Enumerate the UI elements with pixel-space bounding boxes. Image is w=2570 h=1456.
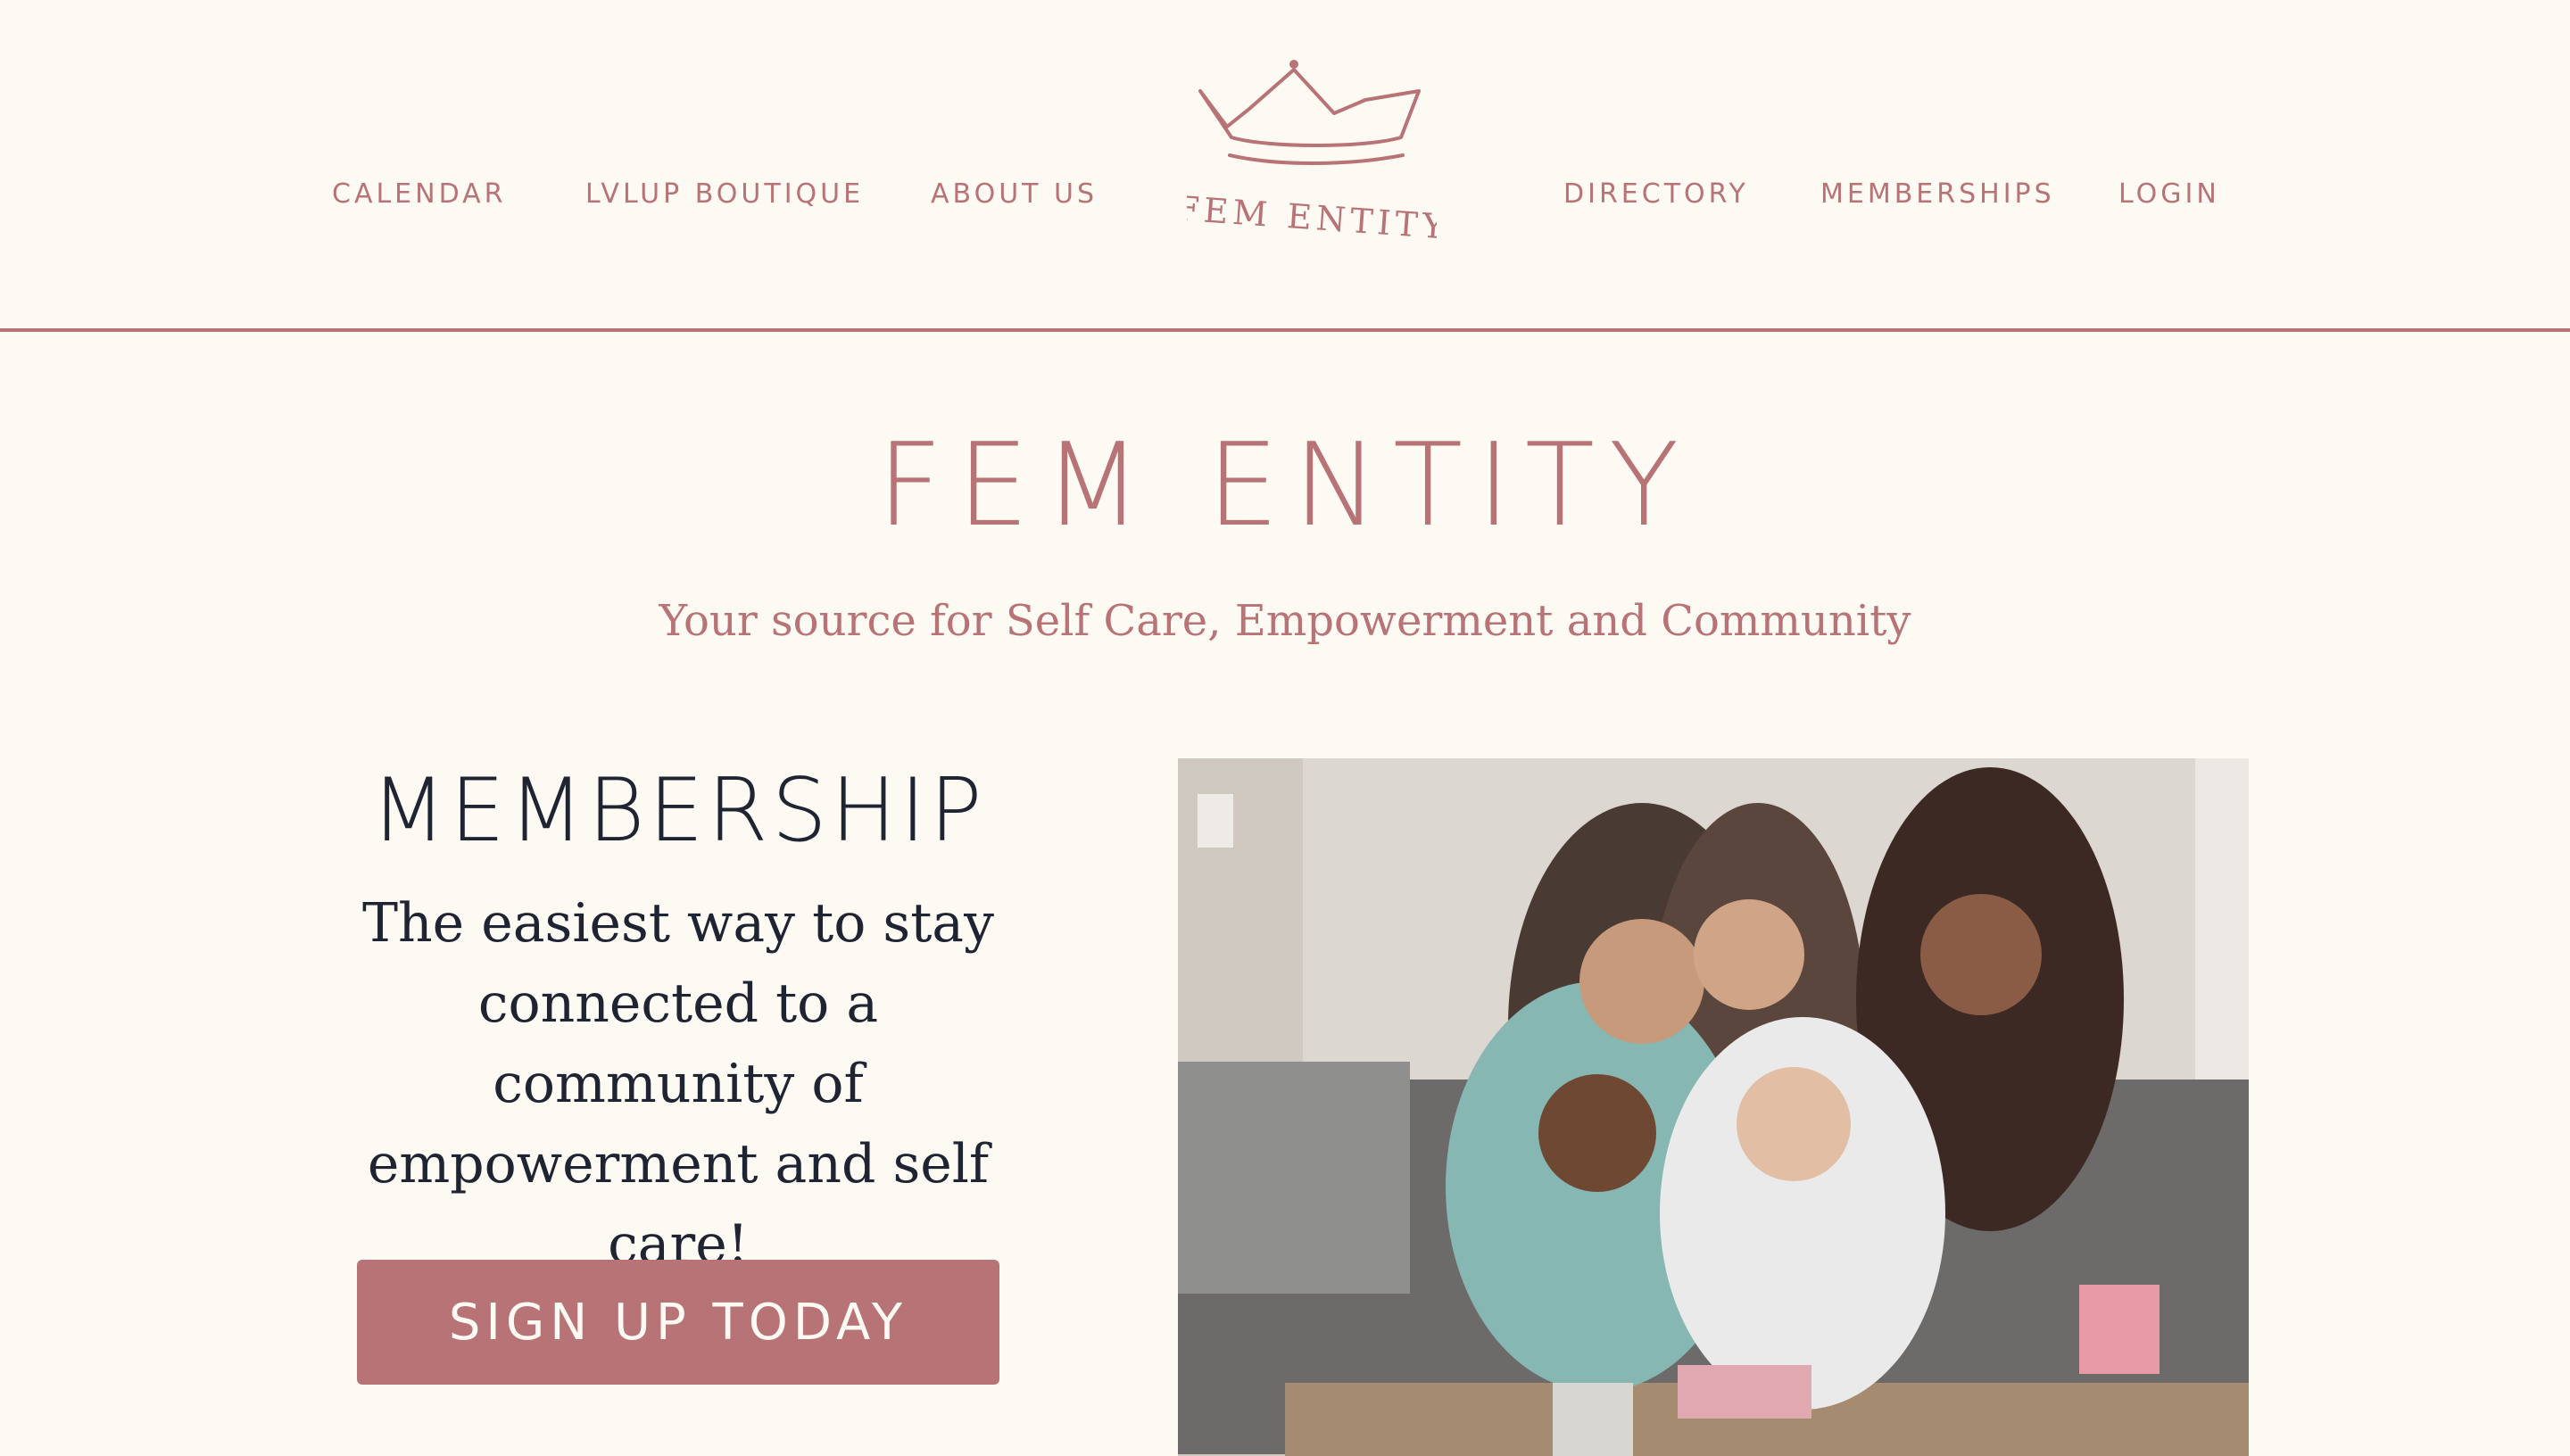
membership-copy: The easiest way to stay connected to a c… bbox=[362, 892, 994, 1276]
community-photo bbox=[1178, 758, 2249, 1456]
svg-text:FEM ENTITY: FEM ENTITY bbox=[1187, 188, 1437, 246]
nav-calendar[interactable]: CALENDAR bbox=[332, 178, 507, 210]
hero-title: FEM ENTITY bbox=[876, 419, 1694, 552]
nav-login[interactable]: LOGIN bbox=[2118, 178, 2220, 210]
site-header: CALENDAR LVLUP BOUTIQUE ABOUT US FEM ENT… bbox=[0, 0, 2570, 332]
sign-up-button[interactable]: SIGN UP TODAY bbox=[357, 1260, 999, 1385]
site-logo[interactable]: FEM ENTITY bbox=[1174, 55, 1450, 261]
membership-heading: MEMBERSHIP bbox=[370, 760, 986, 862]
crown-icon: FEM ENTITY bbox=[1174, 60, 1450, 247]
nav-lvlup-boutique[interactable]: LVLUP BOUTIQUE bbox=[585, 178, 864, 210]
hero-tagline: Your source for Self Care, Empowerment a… bbox=[659, 596, 1911, 646]
nav-directory[interactable]: DIRECTORY bbox=[1563, 178, 1749, 210]
nav-memberships[interactable]: MEMBERSHIPS bbox=[1820, 178, 2055, 210]
nav-about-us[interactable]: ABOUT US bbox=[931, 178, 1098, 210]
